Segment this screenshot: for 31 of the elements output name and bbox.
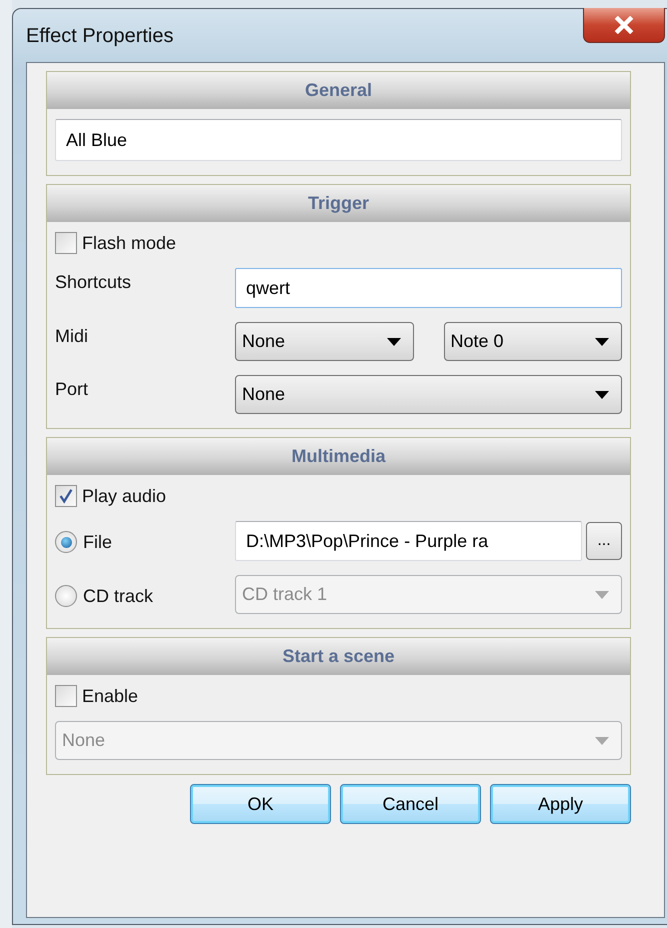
radio-label[interactable]: CD track — [83, 586, 154, 606]
caret-icon — [595, 590, 609, 598]
dialog-button[interactable]: OK — [190, 784, 331, 824]
dropdown[interactable]: None — [235, 375, 622, 414]
input-field[interactable]: All Blue — [55, 119, 622, 161]
checkbox-label[interactable]: Flash mode — [82, 232, 176, 254]
input-field[interactable]: D:\MP3\Pop\Prince - Purple ra — [235, 521, 582, 561]
radio-button[interactable] — [55, 585, 77, 607]
checkbox[interactable] — [55, 685, 77, 707]
caret-icon — [595, 736, 609, 744]
field-label: Midi — [55, 325, 90, 347]
close-icon — [613, 16, 635, 34]
dropdown[interactable]: Note 0 — [444, 322, 622, 361]
caret-icon — [386, 338, 400, 346]
input-field[interactable]: qwert — [235, 268, 622, 308]
checkbox[interactable] — [55, 485, 77, 507]
checkbox[interactable] — [55, 232, 77, 254]
checkbox-label[interactable]: Enable — [82, 686, 138, 706]
browse-button[interactable]: ... — [586, 522, 622, 560]
radio-label[interactable]: File — [83, 532, 112, 552]
field-label: Shortcuts — [55, 271, 132, 293]
field-label: Port — [55, 378, 90, 400]
dialog-button[interactable]: Apply — [490, 784, 631, 824]
dropdown[interactable]: None — [235, 322, 414, 361]
checkbox-label[interactable]: Play audio — [82, 486, 166, 506]
window-title: Effect Properties — [26, 25, 174, 48]
radio-button[interactable] — [55, 531, 77, 553]
close-button[interactable] — [583, 8, 665, 43]
caret-icon — [595, 390, 609, 398]
caret-icon — [595, 338, 609, 346]
dialog-button[interactable]: Cancel — [340, 784, 481, 824]
